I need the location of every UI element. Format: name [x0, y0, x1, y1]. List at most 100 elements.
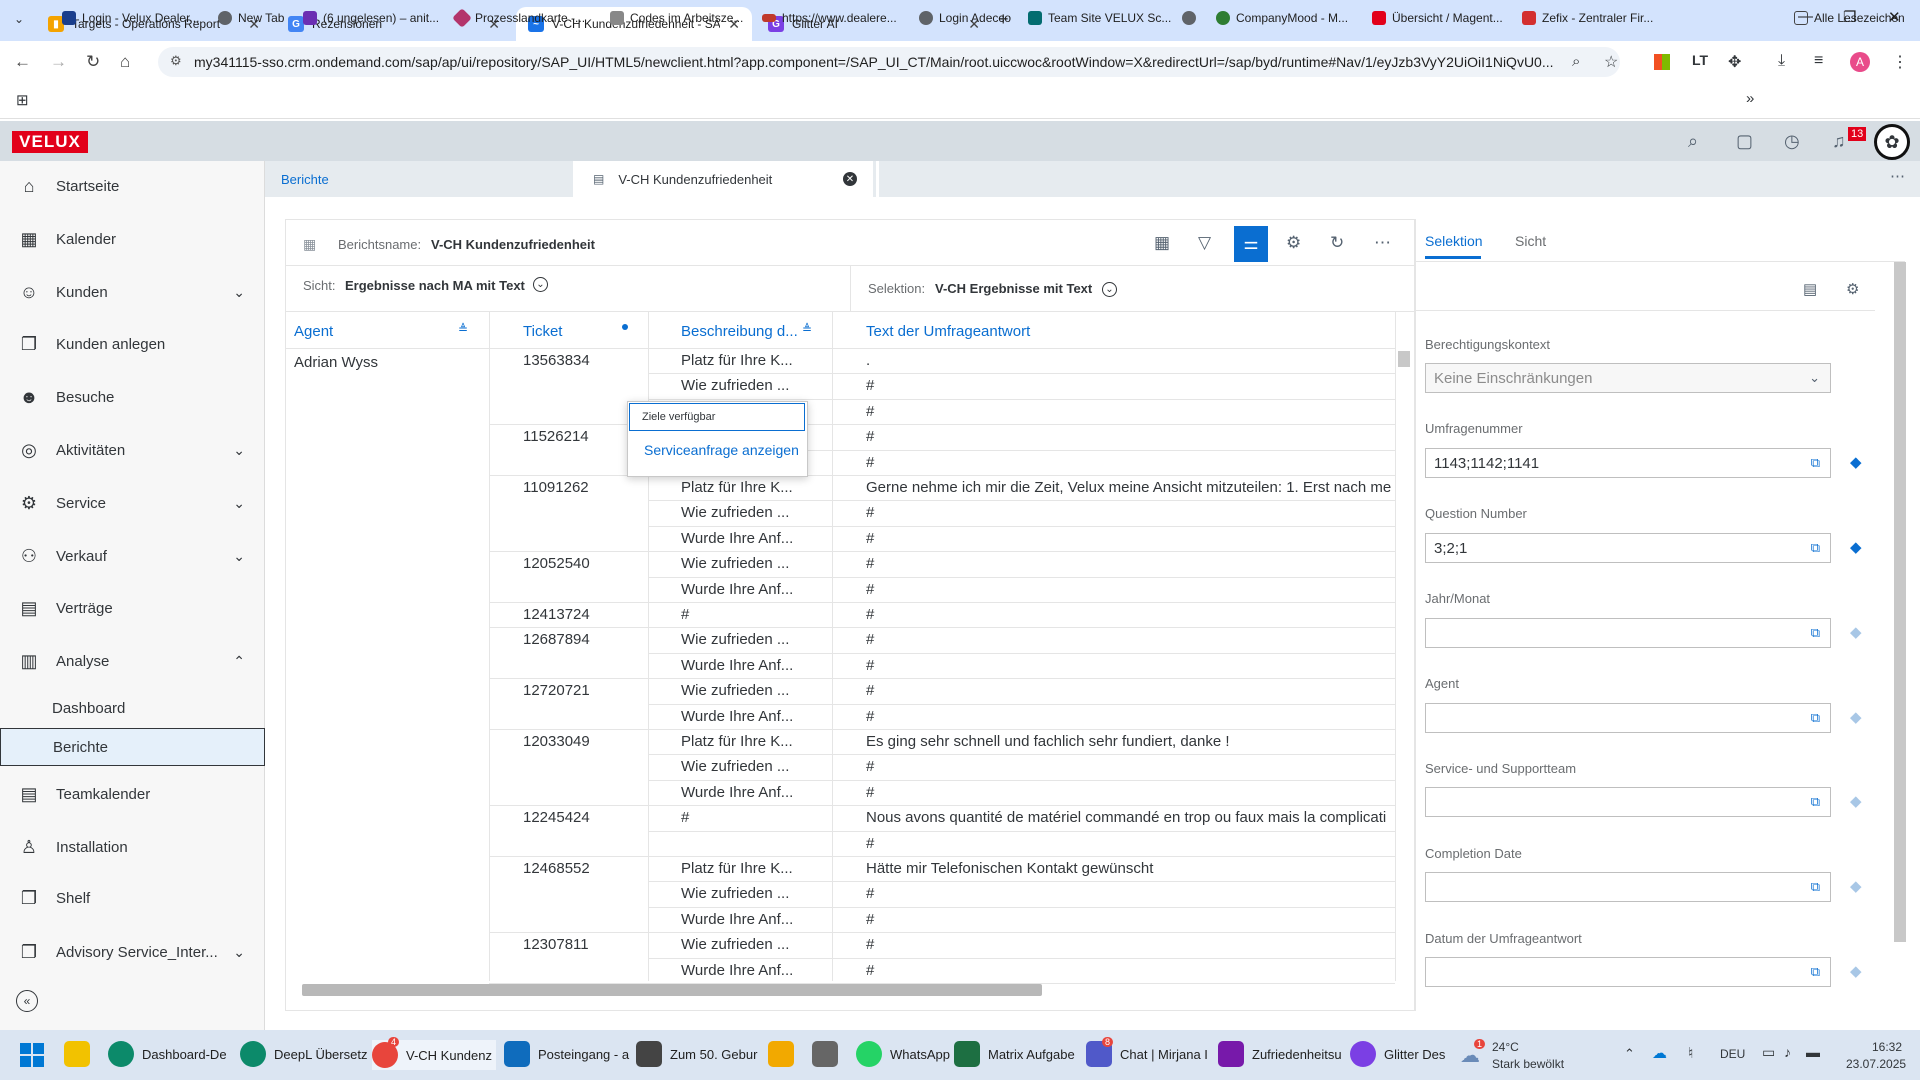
battery-icon[interactable]: ▬ [1806, 1044, 1820, 1060]
column-header-text[interactable]: Text der Umfrageantwort [866, 314, 1030, 348]
ticket-link[interactable]: 11526214 [523, 428, 643, 445]
column-header-agent[interactable]: Agent [294, 314, 333, 348]
extension-ms-icon[interactable] [1654, 54, 1670, 70]
tab-selektion[interactable]: Selektion [1425, 233, 1483, 249]
value-help-icon[interactable]: ⧉ [1811, 625, 1820, 641]
save-selection-icon[interactable]: ▤ [1803, 280, 1817, 298]
tray-chevron-icon[interactable]: ⌃ [1624, 1046, 1635, 1062]
windows-start-icon[interactable] [20, 1043, 44, 1067]
chevron-down-icon[interactable]: ⌄ [233, 442, 245, 459]
clock-time[interactable]: 16:32 [1872, 1040, 1902, 1054]
value-help-icon[interactable]: ⧉ [1811, 710, 1820, 726]
forward-icon[interactable]: → [50, 52, 67, 72]
sidebar-item-startseite[interactable]: ⌂ Startseite [0, 161, 265, 211]
ticket-link[interactable]: 12687894 [523, 631, 643, 648]
taskbar-app[interactable]: Matrix Aufgabe [954, 1041, 1075, 1067]
tab-berichte[interactable]: Berichte [265, 161, 570, 197]
ticket-link[interactable]: 12052540 [523, 555, 643, 572]
chevron-down-icon[interactable]: ⌄ [233, 944, 245, 961]
taskbar-app[interactable]: Zum 50. Gebur [636, 1041, 757, 1067]
table-settings-icon[interactable]: ▦ [1154, 233, 1170, 253]
browser-menu-icon[interactable]: ⋮ [1892, 52, 1908, 72]
tab-search-icon[interactable]: ⌄ [14, 12, 24, 26]
taskbar-app[interactable] [812, 1041, 846, 1067]
chevron-down-icon[interactable]: ⌄ [233, 548, 245, 565]
more-icon[interactable]: ⋯ [1890, 167, 1905, 185]
sidebar-item-teamkalender[interactable]: ▤ Teamkalender [0, 769, 265, 819]
taskbar-app[interactable]: Dashboard-De [108, 1041, 227, 1067]
sidebar-item-shelf[interactable]: ❐ Shelf [0, 873, 265, 923]
taskbar-app[interactable] [768, 1041, 802, 1067]
taskbar-app[interactable] [64, 1041, 98, 1067]
tab-report[interactable]: ▤ V-CH Kundenzufriedenheit ✕ [573, 161, 873, 197]
sidebar-item-kunden-anlegen[interactable]: ❐ Kunden anlegen [0, 319, 265, 369]
all-bookmarks[interactable]: Alle Lesezeichen [1794, 11, 1905, 25]
sort-icon[interactable]: ≜ [802, 322, 812, 336]
media-icon[interactable]: ≡ [1814, 52, 1823, 70]
service-team-input[interactable]: ⧉ [1425, 787, 1831, 817]
sidebar-item-besuche[interactable]: ☻ Besuche [0, 372, 265, 422]
sidebar-item-vertraege[interactable]: ▤ Verträge [0, 583, 265, 633]
ticket-link[interactable]: 12245424 [523, 809, 643, 826]
sidebar-item-service[interactable]: ⚙ Service ⌄ [0, 478, 265, 528]
more-bookmarks-icon[interactable]: » [1746, 90, 1754, 107]
volume-icon[interactable]: ♪ [1784, 1044, 1791, 1060]
close-tab-icon[interactable]: ✕ [843, 172, 857, 186]
bookmark[interactable]: Login - Velux Dealer... [62, 11, 199, 25]
notifications-icon[interactable]: ♫ [1832, 131, 1846, 152]
feedback-icon[interactable]: ▢ [1736, 131, 1753, 152]
filter-icon[interactable]: ▽ [1198, 233, 1211, 253]
refresh-icon[interactable]: ↻ [1330, 233, 1344, 253]
eraser-icon[interactable]: ◆ [1850, 623, 1862, 641]
ticket-link[interactable]: 12720721 [523, 682, 643, 699]
bookmark[interactable]: Login Adecco [919, 11, 1011, 25]
address-bar[interactable]: ⚙ my341115-sso.crm.ondemand.com/sap/ap/u… [158, 47, 1620, 77]
view-dropdown-icon[interactable]: ⌄ [533, 277, 548, 292]
velux-logo[interactable]: VELUX [12, 131, 88, 153]
bookmark-star-icon[interactable]: ☆ [1604, 52, 1618, 72]
profile-avatar[interactable]: A [1850, 52, 1870, 72]
onedrive-icon[interactable]: ☁ [1652, 1044, 1667, 1062]
value-help-icon[interactable]: ⧉ [1811, 540, 1820, 556]
search-icon[interactable]: ⌕ [1688, 131, 1698, 152]
site-info-icon[interactable]: ⚙ [170, 53, 182, 69]
language-indicator[interactable]: DEU [1720, 1047, 1745, 1061]
apps-grid-icon[interactable]: ⊞ [16, 91, 29, 109]
back-icon[interactable]: ← [14, 52, 31, 72]
value-help-icon[interactable]: ⧉ [1811, 964, 1820, 980]
settings-icon[interactable]: ⚙ [1286, 233, 1301, 253]
zoom-icon[interactable]: ⌕ [1572, 53, 1580, 70]
bookmark[interactable] [1182, 11, 1202, 25]
chevron-down-icon[interactable]: ⌄ [233, 495, 245, 512]
ticket-link[interactable]: 11091262 [523, 479, 643, 496]
taskbar-app[interactable]: Zufriedenheitsu [1218, 1041, 1342, 1067]
sidebar-subitem-dashboard[interactable]: Dashboard [0, 689, 265, 727]
selection-toggle-button[interactable]: ⚌ [1234, 226, 1268, 262]
bookmark[interactable]: https://www.dealere... [762, 11, 897, 25]
question-number-input[interactable]: 3;2;1 ⧉ [1425, 533, 1831, 563]
bookmark[interactable]: CompanyMood - M... [1216, 11, 1348, 25]
ticket-link[interactable]: 12307811 [523, 936, 643, 953]
display-icon[interactable]: ▭ [1762, 1044, 1775, 1061]
vertical-scrollbar-thumb[interactable] [1398, 351, 1410, 367]
eraser-icon[interactable]: ◆ [1850, 877, 1862, 895]
selection-dropdown-icon[interactable]: ⌄ [1102, 282, 1117, 297]
manage-selection-icon[interactable]: ⚙ [1846, 280, 1859, 298]
horizontal-scrollbar-thumb[interactable] [302, 984, 1042, 996]
value-help-icon[interactable]: ⧉ [1811, 455, 1820, 471]
sidebar-item-aktivitaeten[interactable]: ◎ Aktivitäten ⌄ [0, 425, 265, 475]
extensions-puzzle-icon[interactable]: ✥ [1728, 52, 1741, 72]
column-header-description[interactable]: Beschreibung d... [681, 314, 798, 348]
sidebar-item-verkauf[interactable]: ⚇ Verkauf ⌄ [0, 531, 265, 581]
authorization-context-select[interactable]: Keine Einschränkungen ⌄ [1425, 363, 1831, 393]
microphone-icon[interactable]: ♮ [1688, 1044, 1693, 1062]
ticket-link[interactable]: 12033049 [523, 733, 643, 750]
year-month-input[interactable]: ⧉ [1425, 618, 1831, 648]
user-avatar[interactable]: ✿ [1874, 124, 1910, 160]
collapse-sidebar-icon[interactable]: « [16, 990, 38, 1012]
panel-scrollbar-thumb[interactable] [1894, 262, 1906, 942]
chevron-up-icon[interactable]: ⌃ [233, 653, 245, 670]
sidebar-subitem-berichte[interactable]: Berichte [0, 728, 265, 766]
taskbar-app[interactable]: Glitter Des [1350, 1041, 1445, 1067]
download-icon[interactable]: ⤓ [1778, 52, 1785, 70]
